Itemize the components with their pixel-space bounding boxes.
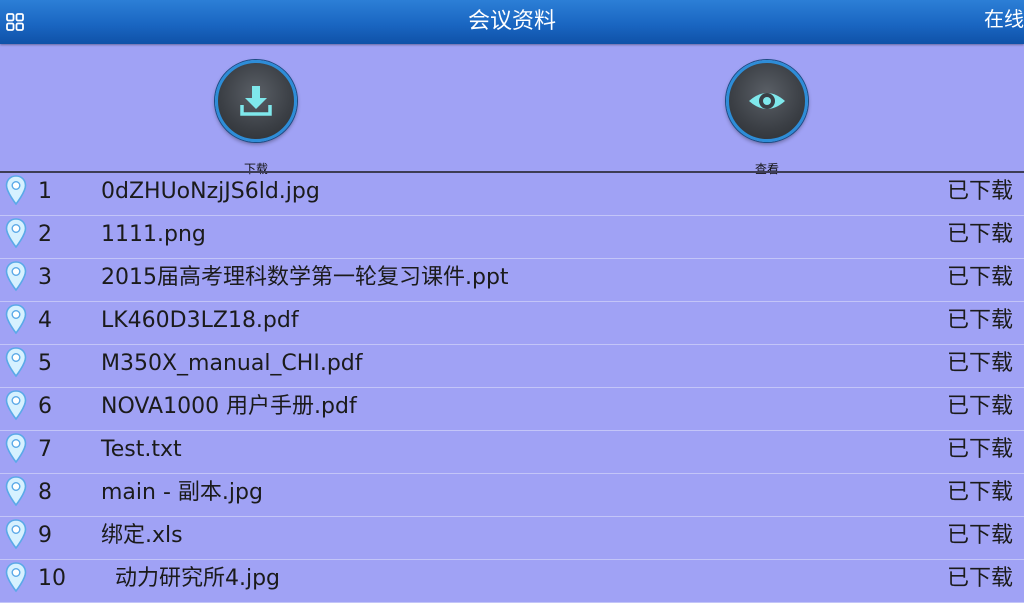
location-pin-icon <box>5 261 27 292</box>
download-status: 已下载 <box>946 437 1013 462</box>
file-row[interactable]: 1 0dZHUoNzjJS6ld.jpg 已下载 <box>0 173 1024 216</box>
download-status: 已下载 <box>946 566 1013 591</box>
file-name: 1111.png <box>101 222 206 247</box>
file-name: M350X_manual_CHI.pdf <box>101 351 363 376</box>
location-pin-icon <box>5 390 27 421</box>
file-name: NOVA1000 用户手册.pdf <box>101 394 357 419</box>
location-pin-icon <box>5 218 27 249</box>
location-pin-icon <box>5 433 27 464</box>
page-title: 会议资料 <box>467 9 556 34</box>
file-row[interactable]: 8 main - 副本.jpg 已下载 <box>0 474 1024 517</box>
file-row[interactable]: 2 1111.png 已下载 <box>0 216 1024 259</box>
download-status: 已下载 <box>946 308 1013 333</box>
file-index: 4 <box>38 308 52 333</box>
location-pin-icon <box>5 175 27 206</box>
file-name: LK460D3LZ18.pdf <box>101 308 299 333</box>
file-row[interactable]: 7 Test.txt 已下载 <box>0 431 1024 474</box>
file-name: 绑定.xls <box>101 523 183 548</box>
download-status: 已下载 <box>946 523 1013 548</box>
file-index: 1 <box>38 179 52 204</box>
download-button-circle[interactable] <box>215 60 297 142</box>
file-list: 1 0dZHUoNzjJS6ld.jpg 已下载 2 1111.png 已下载 … <box>0 173 1024 603</box>
download-status: 已下载 <box>946 179 1013 204</box>
download-status: 已下载 <box>946 265 1013 290</box>
download-icon <box>240 86 272 116</box>
file-index: 6 <box>38 394 52 419</box>
file-name: main - 副本.jpg <box>101 480 263 505</box>
online-status: 在线 <box>984 7 1024 31</box>
view-button-circle[interactable] <box>726 60 808 142</box>
download-status: 已下载 <box>946 480 1013 505</box>
download-status: 已下载 <box>946 351 1013 376</box>
file-row[interactable]: 3 2015届高考理科数学第一轮复习课件.ppt 已下载 <box>0 259 1024 302</box>
file-name: 0dZHUoNzjJS6ld.jpg <box>101 179 320 204</box>
file-index: 3 <box>38 265 52 290</box>
download-status: 已下载 <box>946 394 1013 419</box>
location-pin-icon <box>5 476 27 507</box>
location-pin-icon <box>5 519 27 550</box>
view-button[interactable]: 查看 <box>707 60 827 177</box>
file-name: Test.txt <box>101 437 182 462</box>
eye-icon <box>749 93 785 109</box>
download-status: 已下载 <box>946 222 1013 247</box>
location-pin-icon <box>5 304 27 335</box>
file-index: 8 <box>38 480 52 505</box>
file-index: 10 <box>38 566 66 591</box>
action-toolbar: 下载 查看 <box>0 44 1024 176</box>
file-row[interactable]: 6 NOVA1000 用户手册.pdf 已下载 <box>0 388 1024 431</box>
file-index: 7 <box>38 437 52 462</box>
file-index: 2 <box>38 222 52 247</box>
file-index: 9 <box>38 523 52 548</box>
file-row[interactable]: 9 绑定.xls 已下载 <box>0 517 1024 560</box>
location-pin-icon <box>5 347 27 378</box>
file-index: 5 <box>38 351 52 376</box>
file-row[interactable]: 10 动力研究所4.jpg 已下载 <box>0 560 1024 603</box>
file-row[interactable]: 4 LK460D3LZ18.pdf 已下载 <box>0 302 1024 345</box>
file-name: 动力研究所4.jpg <box>101 566 281 591</box>
location-pin-icon <box>5 562 27 593</box>
file-name: 2015届高考理科数学第一轮复习课件.ppt <box>101 265 509 290</box>
file-row[interactable]: 5 M350X_manual_CHI.pdf 已下载 <box>0 345 1024 388</box>
download-button[interactable]: 下载 <box>196 60 316 177</box>
title-bar: 会议资料 在线 <box>0 0 1024 44</box>
